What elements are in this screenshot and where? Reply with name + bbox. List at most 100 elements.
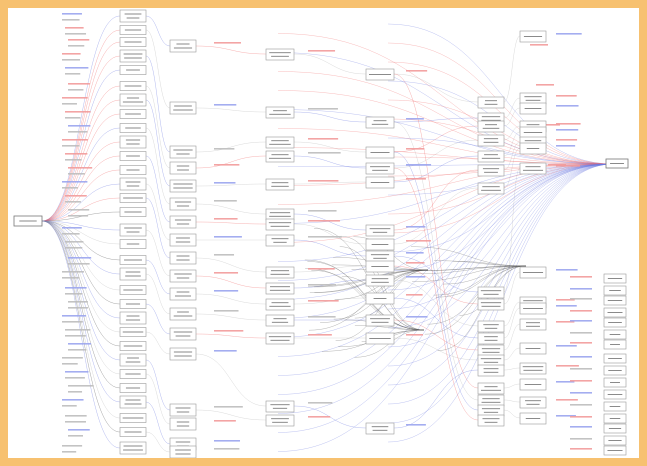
diagram-node <box>119 341 147 351</box>
node-text-mark <box>484 154 498 156</box>
edge <box>503 383 521 389</box>
diagram-node <box>365 68 395 81</box>
node-box <box>265 266 295 279</box>
edge-label-mark <box>214 448 240 450</box>
diagram-node <box>603 295 627 306</box>
edge-label-mark <box>62 13 82 15</box>
node-text-mark <box>270 270 290 272</box>
node-text-mark <box>124 211 142 213</box>
node-text-mark <box>372 169 388 171</box>
node-text-mark <box>270 339 290 341</box>
edge <box>41 220 121 449</box>
node-text-mark <box>370 166 390 168</box>
diagram-node <box>603 365 627 376</box>
diagram-node <box>119 49 147 63</box>
node-box <box>265 178 295 191</box>
edge-label-mark <box>570 320 592 322</box>
edge <box>145 85 171 169</box>
node-box <box>519 318 547 331</box>
edge <box>145 127 171 205</box>
node-text-mark <box>483 411 499 413</box>
node-text-mark <box>123 289 143 291</box>
node-text-mark <box>523 308 543 309</box>
node-text-mark <box>373 298 387 299</box>
node-text-mark <box>484 171 498 173</box>
diagram-node <box>169 197 197 211</box>
edge-label-mark <box>68 83 90 85</box>
edge-label-mark <box>65 201 81 203</box>
edge <box>195 203 267 215</box>
node-text-mark <box>372 429 388 431</box>
node-box <box>519 362 547 375</box>
edge-label-mark <box>214 350 237 352</box>
node-text-mark <box>483 138 499 140</box>
node-text-mark <box>481 116 501 118</box>
edge <box>145 431 171 453</box>
node-text-mark <box>271 238 289 240</box>
edge <box>41 220 121 305</box>
edge-label-mark <box>65 117 81 119</box>
diagram-node <box>169 161 197 175</box>
diagram-node <box>477 404 505 417</box>
node-text-mark <box>608 440 622 441</box>
node-text-mark <box>523 369 543 371</box>
node-box <box>169 179 197 193</box>
node-text-mark <box>123 345 143 347</box>
node-text-mark <box>270 273 290 275</box>
diagram-node <box>477 344 505 357</box>
diagram-node <box>265 298 295 311</box>
diagram-node <box>169 403 197 417</box>
node-text-mark <box>484 339 498 341</box>
diagram-node <box>603 423 627 434</box>
edge-label-mark <box>406 334 424 336</box>
node-text-mark <box>125 387 141 389</box>
node-box <box>477 120 505 133</box>
node-text-mark <box>269 143 291 145</box>
node-text-mark <box>175 453 191 455</box>
node-text-mark <box>269 305 291 307</box>
diagram-node <box>477 286 505 299</box>
edge-label-mark <box>406 164 432 166</box>
node-text-mark <box>484 327 498 329</box>
node-box <box>477 150 505 163</box>
edge <box>503 131 521 157</box>
node-box <box>119 9 147 23</box>
diagram-node <box>119 427 147 437</box>
edge-label-mark <box>68 173 85 175</box>
edge-label-mark <box>308 268 335 270</box>
diagram-node <box>477 134 505 147</box>
node-text-mark <box>176 277 190 279</box>
edge <box>387 163 615 272</box>
edge-label-mark <box>65 421 86 423</box>
edge <box>293 213 367 231</box>
edge-label-mark <box>308 402 333 404</box>
edge-label-mark <box>65 111 91 113</box>
node-box <box>169 215 197 229</box>
node-text-mark <box>268 222 292 224</box>
edge-label-mark <box>68 263 90 265</box>
node-text-mark <box>524 108 542 109</box>
diagram-node <box>603 377 627 388</box>
edge-label-mark <box>556 269 578 271</box>
diagram-node <box>477 354 505 367</box>
edge <box>293 239 367 257</box>
node-text-mark <box>273 241 287 243</box>
node-text-mark <box>127 357 139 359</box>
diagram-node <box>477 364 505 377</box>
diagram-node <box>477 120 505 133</box>
node-box <box>169 161 197 175</box>
diagram-node <box>519 302 547 315</box>
edge-label-mark <box>68 343 92 345</box>
edge-label-mark <box>308 416 331 418</box>
node-text-mark <box>480 389 502 391</box>
edge-label-mark <box>65 329 91 331</box>
node-text-mark <box>176 43 190 45</box>
edge-label-mark <box>570 448 592 450</box>
node-text-mark <box>125 275 141 277</box>
node-text-mark <box>482 351 500 353</box>
edge-label-mark <box>548 164 566 166</box>
edge-label-mark <box>570 368 592 370</box>
node-box <box>169 39 197 53</box>
edge-label-mark <box>214 104 237 106</box>
node-text-mark <box>371 123 389 125</box>
